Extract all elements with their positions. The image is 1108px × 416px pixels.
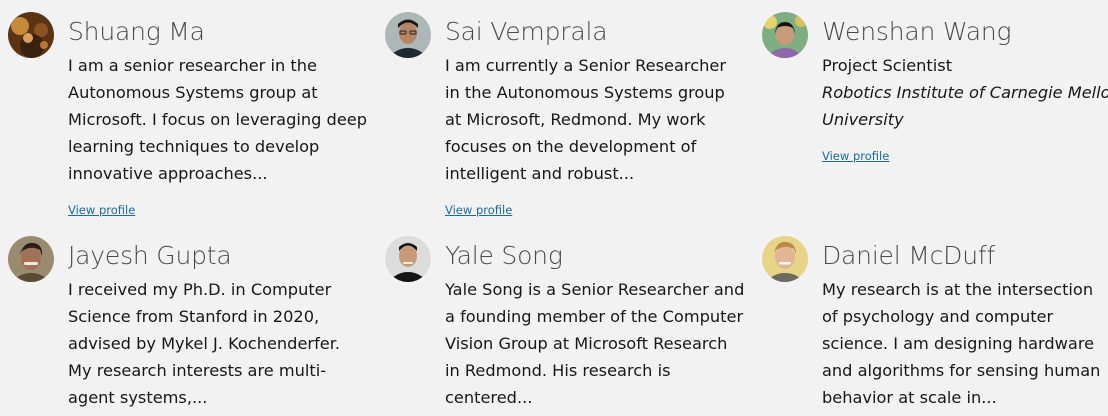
profile-card-yale-song: Yale Song Yale Song is a Senior Research… <box>385 236 744 416</box>
bio-text: My research is at the intersection of ps… <box>822 280 1101 407</box>
avatar-photo[interactable] <box>8 12 54 58</box>
bio-text: I am currently a Senior Researcher in th… <box>445 56 726 183</box>
job-title: Project Scientist <box>822 56 953 75</box>
bio-text: I am a senior researcher in the Autonomo… <box>68 56 368 183</box>
profile-name[interactable]: Yale Song <box>445 241 563 270</box>
profile-card-sai-vemprala: Sai Vemprala I am currently a Senior Res… <box>385 12 726 222</box>
profile-bio: My research is at the intersection of ps… <box>822 276 1108 411</box>
avatar-photo[interactable] <box>762 236 808 282</box>
view-profile-link[interactable]: View profile <box>445 203 512 217</box>
view-profile-link[interactable]: View profile <box>822 149 889 163</box>
profile-card-wenshan-wang: Wenshan Wang Project Scientist Robotics … <box>762 12 1108 222</box>
profile-name[interactable]: Sai Vemprala <box>445 17 608 46</box>
profile-card-jayesh-gupta: Jayesh Gupta I received my Ph.D. in Comp… <box>8 236 348 416</box>
avatar-photo[interactable] <box>762 12 808 58</box>
profile-name[interactable]: Wenshan Wang <box>822 17 1012 46</box>
avatar-photo[interactable] <box>8 236 54 282</box>
profile-bio: Project Scientist Robotics Institute of … <box>822 52 1108 133</box>
profile-bio: Yale Song is a Senior Researcher and a f… <box>445 276 745 411</box>
profile-name[interactable]: Shuang Ma <box>68 17 205 46</box>
profile-name[interactable]: Jayesh Gupta <box>68 241 232 270</box>
profile-bio: I am currently a Senior Researcher in th… <box>445 52 745 187</box>
avatar-photo[interactable] <box>385 236 431 282</box>
avatar-photo[interactable] <box>385 12 431 58</box>
view-profile-link[interactable]: View profile <box>68 203 135 217</box>
profile-card-daniel-mcduff: Daniel McDuff My research is at the inte… <box>762 236 1102 416</box>
bio-text: Yale Song is a Senior Researcher and a f… <box>445 280 745 407</box>
profile-card-shuang-ma: Shuang Ma I am a senior researcher in th… <box>8 12 367 222</box>
profile-bio: I am a senior researcher in the Autonomo… <box>68 52 368 187</box>
bio-text: I received my Ph.D. in Computer Science … <box>68 280 341 407</box>
profile-name[interactable]: Daniel McDuff <box>822 241 995 270</box>
profile-bio: I received my Ph.D. in Computer Science … <box>68 276 368 411</box>
affiliation: Robotics Institute of Carnegie Mellon Un… <box>822 83 1108 129</box>
